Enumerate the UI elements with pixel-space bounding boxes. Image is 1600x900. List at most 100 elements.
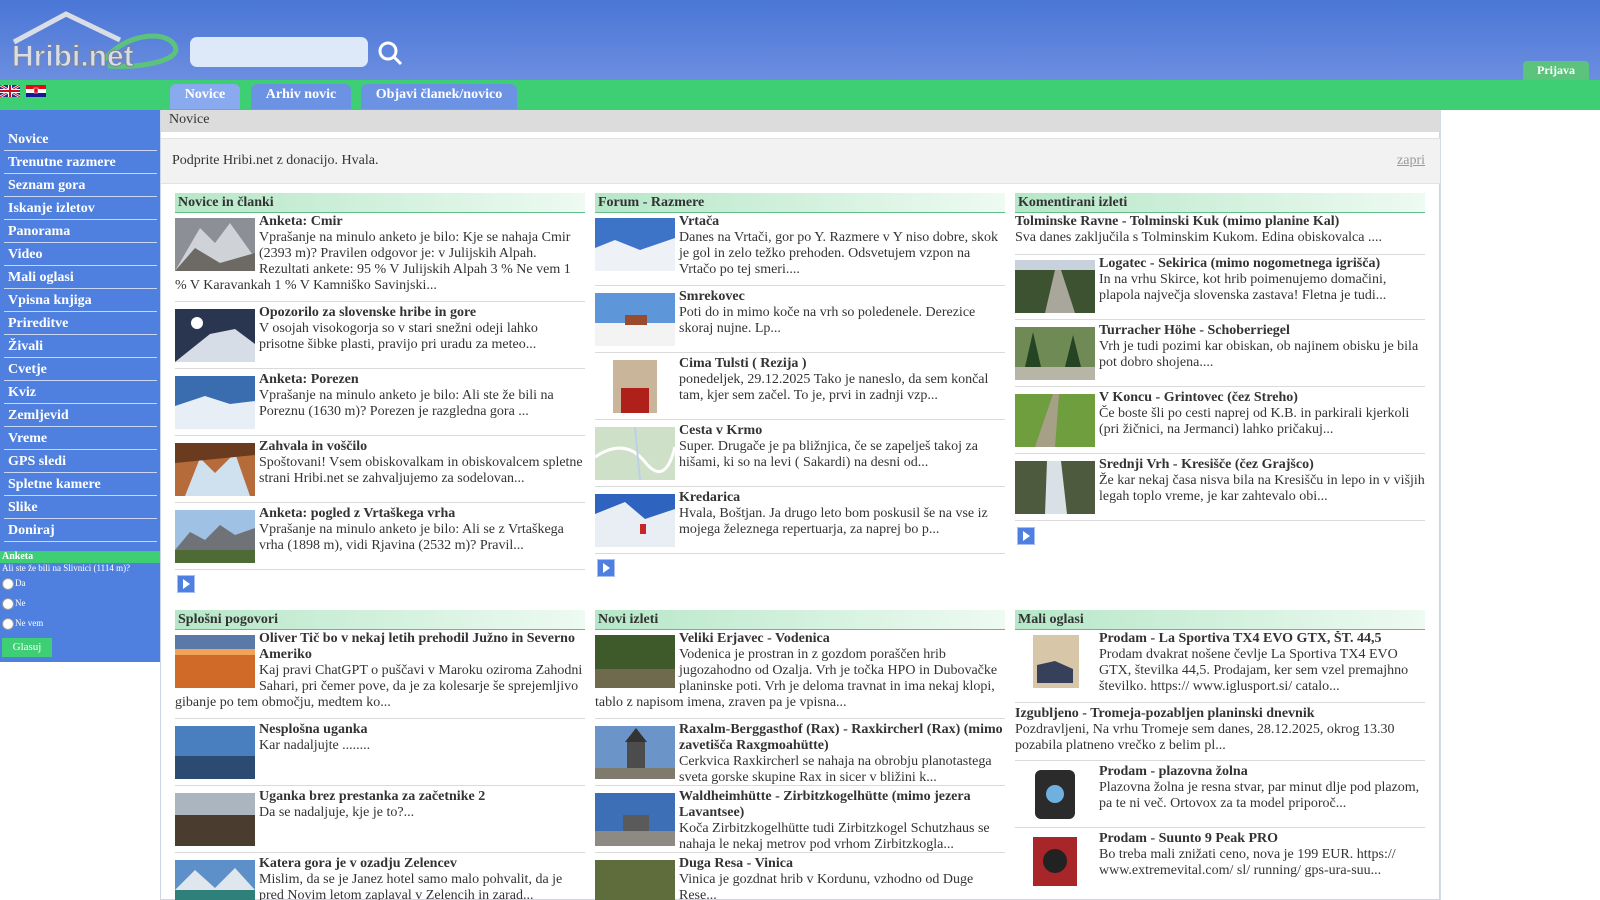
forum-item[interactable]: Cima Tulsti ( Rezija ) ponedeljek, 29.12… [595, 356, 1005, 420]
poll-option-label: Ne [15, 598, 26, 609]
trip-item[interactable]: Duga Resa - Vinica Vinica je gozdnat hri… [595, 856, 1005, 900]
trip-item[interactable]: Veliki Erjavec - Vodenica Vodenica je pr… [595, 631, 1005, 719]
tab-novice[interactable]: Novice [170, 84, 240, 109]
forest-photo-thumbnail [595, 635, 675, 688]
waterfall-photo-thumbnail [1015, 461, 1095, 514]
sidebar-item-doniraj[interactable]: Doniraj [4, 521, 157, 542]
sidebar-item-zivali[interactable]: Živali [4, 337, 157, 358]
section-heading-general: Splošni pogovori [175, 610, 585, 630]
search-input[interactable] [190, 37, 368, 67]
comment-item[interactable]: Tolminske Ravne - Tolminski Kuk (mimo pl… [1015, 214, 1425, 255]
general-item[interactable]: Oliver Tič bo v nekaj letih prehodil Juž… [175, 631, 585, 719]
meadow-photo-thumbnail [1015, 394, 1095, 447]
tab-objavi-clanek[interactable]: Objavi članek/novico [361, 84, 517, 109]
poll-heading: Anketa [0, 551, 160, 563]
more-comments-arrow-icon[interactable] [1017, 527, 1035, 545]
news-item[interactable]: Opozorilo za slovenske hribe in gore V o… [175, 305, 585, 369]
radio-button[interactable] [2, 618, 14, 630]
ad-item[interactable]: Prodam - plazovna žolna Plazovna žolna j… [1015, 764, 1425, 828]
radio-button[interactable] [2, 598, 14, 610]
sidebar-item-vreme[interactable]: Vreme [4, 429, 157, 450]
poll-option-ne[interactable]: Ne [2, 598, 26, 610]
mountain-photo-thumbnail [175, 510, 255, 563]
item-text: Bo treba mali znižati ceno, nova je 199 … [1099, 847, 1396, 878]
general-item[interactable]: Nesplošna uganka Kar nadaljujte ........ [175, 722, 585, 786]
item-text: Vinica je gozdnat hrib v Kordunu, vzhodn… [679, 872, 974, 900]
sidebar-item-slike[interactable]: Slike [4, 498, 157, 519]
item-text: Vprašanje na minulo anketo je bilo: Ali … [259, 388, 554, 419]
item-title[interactable]: Tolminske Ravne - Tolminski Kuk (mimo pl… [1015, 214, 1425, 230]
item-text: Vprašanje na minulo anketo je bilo: Ali … [259, 522, 564, 553]
search-icon[interactable] [376, 39, 404, 67]
news-item[interactable]: Zahvala in voščilo Spoštovani! Vsem obis… [175, 439, 585, 503]
item-text: Super. Drugače je pa bližnjica, če se za… [679, 439, 978, 470]
page-edge [1440, 110, 1441, 900]
hribi-logo[interactable]: Hribi.net [8, 10, 180, 72]
mountain-photo-thumbnail [175, 309, 255, 362]
comment-item[interactable]: Srednji Vrh - Kresišče (čez Grajšco) Že … [1015, 457, 1425, 521]
item-text: Plazovna žolna je resna stvar, par minut… [1099, 780, 1420, 811]
sidebar-item-mali-oglasi[interactable]: Mali oglasi [4, 268, 157, 289]
comment-item[interactable]: V Koncu - Grintovec (čez Streho) Če bost… [1015, 390, 1425, 454]
close-link[interactable]: zapri [1397, 153, 1425, 169]
poll-option-da[interactable]: Da [2, 578, 26, 590]
forum-item[interactable]: Smrekovec Poti do in mimo koče na vrh so… [595, 289, 1005, 353]
sidebar-item-gps-sledi[interactable]: GPS sledi [4, 452, 157, 473]
sidebar-item-prireditve[interactable]: Prireditve [4, 314, 157, 335]
map-thumbnail [595, 427, 675, 480]
comment-item[interactable]: Logatec - Sekirica (mimo nogometnega igr… [1015, 256, 1425, 320]
chapel-photo-thumbnail [595, 726, 675, 779]
forest-photo-thumbnail [595, 860, 675, 900]
more-news-arrow-icon[interactable] [177, 575, 195, 593]
item-text: ponedeljek, 29.12.2025 Tako je naneslo, … [679, 372, 989, 403]
sidebar-item-kviz[interactable]: Kviz [4, 383, 157, 404]
news-item[interactable]: Anketa: Cmir Vprašanje na minulo anketo … [175, 214, 585, 302]
sidebar-item-panorama[interactable]: Panorama [4, 222, 157, 243]
item-text: Poti do in mimo koče na vrh so poledenel… [679, 305, 976, 336]
logo-text: Hribi.net [12, 40, 134, 72]
radio-button[interactable] [2, 578, 14, 590]
forum-item[interactable]: Kredarica Hvala, Boštjan. Ja drugo leto … [595, 490, 1005, 554]
forum-item[interactable]: Cesta v Krmo Super. Drugače je pa bližnj… [595, 423, 1005, 487]
vote-button[interactable]: Glasuj [2, 638, 52, 657]
general-item[interactable]: Katera gora je v ozadju Zelencev Mislim,… [175, 856, 585, 900]
breadcrumb: Novice [161, 110, 1441, 132]
desert-photo-thumbnail [175, 635, 255, 688]
donation-text: Podprite Hribi.net z donacijo. Hvala. [172, 153, 379, 168]
sidebar-item-spletne-kamere[interactable]: Spletne kamere [4, 475, 157, 496]
sidebar-item-zemljevid[interactable]: Zemljevid [4, 406, 157, 427]
sidebar-item-novice[interactable]: Novice [4, 130, 157, 151]
english-flag-icon[interactable] [0, 85, 20, 97]
poll-option-ne-vem[interactable]: Ne vem [2, 618, 43, 630]
croatian-flag-icon[interactable] [26, 85, 46, 97]
item-text: Mislim, da se je Janez hotel samo malo p… [259, 872, 563, 900]
forum-item[interactable]: Vrtača Danes na Vrtači, gor po Y. Razmer… [595, 214, 1005, 286]
road-photo-thumbnail [1015, 260, 1095, 313]
news-item[interactable]: Anketa: pogled z Vrtaškega vrha Vprašanj… [175, 506, 585, 570]
login-button[interactable]: Prijava [1523, 61, 1589, 80]
ad-item[interactable]: Prodam - Suunto 9 Peak PRO Bo treba mali… [1015, 831, 1425, 895]
more-forum-arrow-icon[interactable] [597, 559, 615, 577]
item-text: In na vrhu Skirce, kot hrib poimenujemo … [1099, 272, 1387, 303]
general-item[interactable]: Uganka brez prestanka za začetnike 2 Da … [175, 789, 585, 853]
mountain-photo-thumbnail [595, 293, 675, 346]
sidebar-item-seznam-gora[interactable]: Seznam gora [4, 176, 157, 197]
item-title[interactable]: Izgubljeno - Tromeja-pozabljen planinski… [1015, 706, 1425, 722]
sidebar-item-video[interactable]: Video [4, 245, 157, 266]
news-item[interactable]: Anketa: Porezen Vprašanje na minulo anke… [175, 372, 585, 436]
tab-arhiv-novic[interactable]: Arhiv novic [251, 84, 351, 109]
section-heading-forum: Forum - Razmere [595, 193, 1005, 213]
watch-photo-thumbnail [1015, 835, 1095, 888]
item-text: Koča Zirbitzkogelhütte tudi Zirbitzkogel… [679, 821, 990, 852]
ad-item[interactable]: Prodam - La Sportiva TX4 EVO GTX, ŠT. 44… [1015, 631, 1425, 703]
sidebar-item-vpisna-knjiga[interactable]: Vpisna knjiga [4, 291, 157, 312]
comment-item[interactable]: Turracher Höhe - Schoberriegel Vrh je tu… [1015, 323, 1425, 387]
sidebar-item-cvetje[interactable]: Cvetje [4, 360, 157, 381]
ad-item[interactable]: Izgubljeno - Tromeja-pozabljen planinski… [1015, 706, 1425, 761]
trip-item[interactable]: Waldheimhütte - Zirbitzkogelhütte (mimo … [595, 789, 1005, 853]
item-text: Vrh je tudi pozimi kar obiskan, ob najin… [1099, 339, 1419, 370]
sidebar-item-trenutne-razmere[interactable]: Trenutne razmere [4, 153, 157, 174]
mountain-photo-thumbnail [175, 726, 255, 779]
sidebar-item-iskanje-izletov[interactable]: Iskanje izletov [4, 199, 157, 220]
trip-item[interactable]: Raxalm-Berggasthof (Rax) - Raxkircherl (… [595, 722, 1005, 786]
